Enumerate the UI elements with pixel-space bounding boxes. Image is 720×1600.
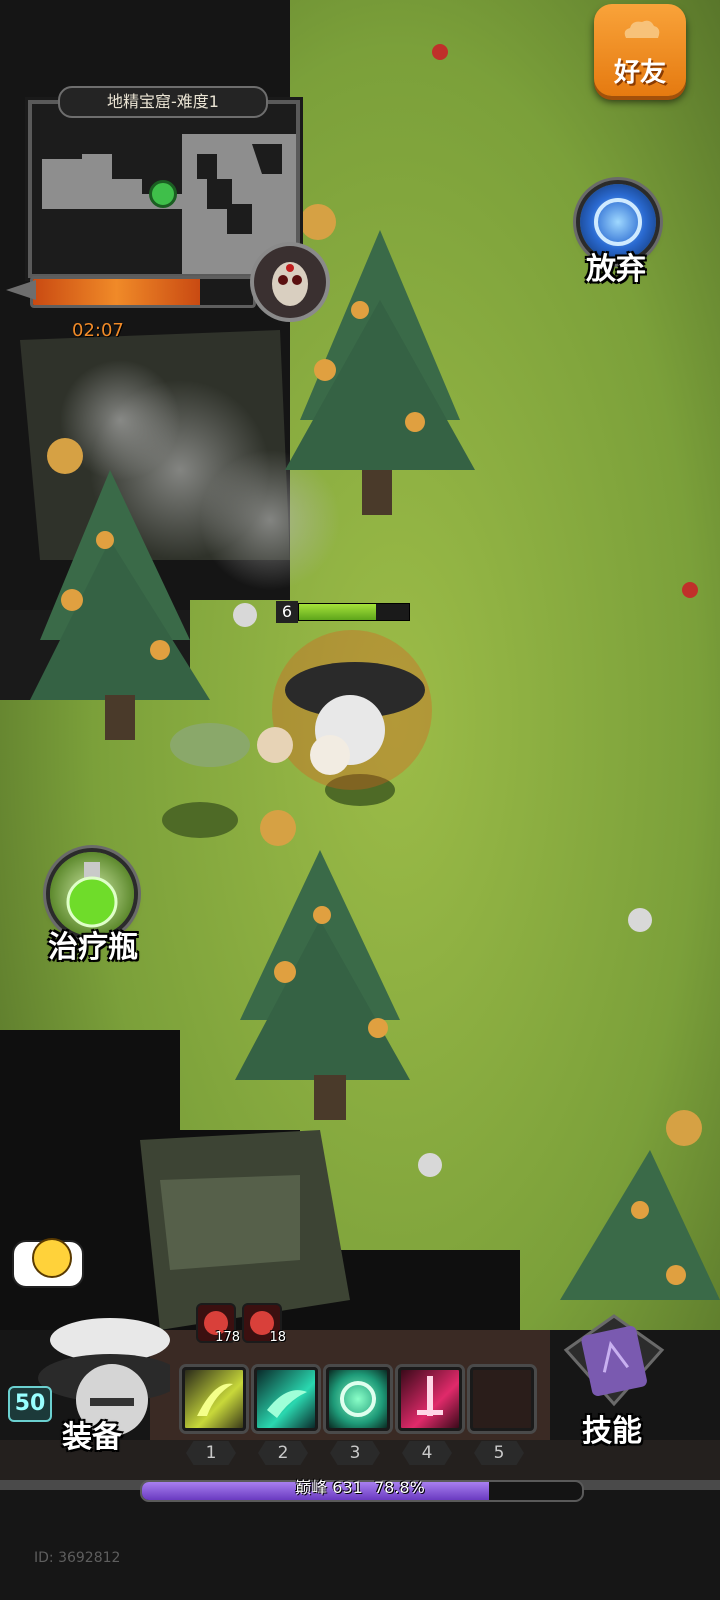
dungeon-title: 地精宝窟-难度1 [58, 86, 268, 118]
skill-slot-5-empty[interactable] [470, 1367, 534, 1431]
skill-slot-1[interactable] [182, 1367, 246, 1431]
equipment-label[interactable]: 装备 [62, 1412, 122, 1456]
skill-book-button[interactable] [556, 1310, 672, 1410]
slot-number: 1 [186, 1441, 236, 1465]
blade-strike-skill-icon [417, 1376, 443, 1416]
dungeon-progress-bar [30, 276, 256, 308]
skill-slot-4[interactable] [398, 1367, 462, 1431]
skill-slot-2[interactable] [254, 1367, 318, 1431]
vortex-skill-icon [340, 1381, 376, 1417]
player-hp-fill [299, 604, 376, 620]
abandon-label: 放弃 [586, 252, 646, 287]
boss-skull-icon [254, 246, 326, 318]
wind-slash-skill-icon [197, 1383, 233, 1416]
jade-claw-skill-icon [267, 1390, 307, 1418]
game-scene: 地精宝窟-难度1 02:07 好友 放弃 6 治疗瓶 50 装备 178 18 … [0, 0, 720, 1600]
healing-potion-label: 治疗瓶 [48, 930, 138, 965]
player-level-badge: 6 [276, 601, 298, 623]
skill-slot-3[interactable] [326, 1367, 390, 1431]
slot-number: 4 [402, 1441, 452, 1465]
buff-icon-1[interactable]: 178 [196, 1303, 240, 1345]
spellbook-icon [563, 1314, 665, 1407]
buff-icon-2[interactable]: 18 [242, 1303, 286, 1345]
cloud-icon [624, 20, 660, 38]
skills-label: 技能 [582, 1414, 642, 1449]
player-level: 50 [8, 1386, 52, 1422]
player-position-marker [149, 180, 177, 208]
dungeon-progress-fill [33, 279, 201, 305]
emoji-face-icon [32, 1238, 72, 1278]
exp-percent: 78.8% [373, 1478, 425, 1497]
friends-label: 好友 [613, 58, 666, 88]
dungeon-timer: 02:07 [72, 320, 124, 341]
friends-button[interactable]: 好友 [594, 4, 686, 96]
exp-text: 巅峰 631 78.8% [140, 1474, 580, 1498]
player-hp-bar [298, 603, 410, 621]
slot-number: 2 [258, 1441, 308, 1465]
slot-number: 5 [474, 1441, 524, 1465]
chat-bubble-button[interactable] [12, 1238, 84, 1288]
slot-number: 3 [330, 1441, 380, 1465]
peak-level-text: 巅峰 631 [295, 1478, 363, 1497]
buff-count: 178 [215, 1330, 240, 1345]
user-id: ID: 3692812 [34, 1550, 121, 1566]
buff-count: 18 [269, 1330, 286, 1345]
